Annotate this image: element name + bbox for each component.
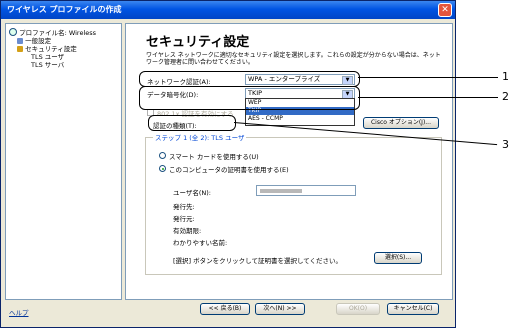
step-legend: ステップ 1 (全 2): TLS ユーザ — [153, 132, 247, 142]
tree-item-tls-server[interactable]: TLS サーバ — [9, 61, 96, 69]
callout-line-2 — [358, 97, 498, 98]
ok-button[interactable]: OK(O) — [336, 303, 380, 315]
username-field[interactable] — [256, 185, 356, 196]
window-title: ワイヤレス プロファイルの作成 — [7, 5, 122, 14]
select-hint: [選択] ボタンをクリックして証明書を選択してください。 — [173, 257, 343, 265]
lock-icon — [17, 46, 23, 52]
next-button[interactable]: 次へ(N) >> — [255, 303, 305, 315]
profile-tree: プロファイル名: Wireless 一般設定 セキュリティ設定 TLS ユーザ … — [9, 28, 96, 69]
tree-item-security[interactable]: セキュリティ設定 — [9, 45, 96, 53]
smartcard-radio[interactable] — [159, 152, 166, 159]
callout-number-2: 2 — [502, 90, 509, 103]
callout-line-1 — [358, 77, 498, 78]
callout-network-auth — [139, 71, 360, 87]
expiry-label: 有効期限: — [173, 227, 202, 235]
page-title: セキュリティ設定 — [146, 35, 250, 50]
profile-tree-pane: プロファイル名: Wireless 一般設定 セキュリティ設定 TLS ユーザ … — [5, 23, 122, 300]
callout-encryption — [139, 86, 360, 110]
issued-by-label: 発行元: — [173, 215, 195, 223]
users-icon — [17, 38, 23, 44]
tree-item-profile[interactable]: プロファイル名: Wireless — [9, 28, 96, 37]
radio-icon — [9, 28, 17, 36]
certificate-radio[interactable] — [159, 165, 166, 172]
page-description: ワイヤレス ネットワークに適切なセキュリティ設定を選択します。これらの設定が分か… — [146, 52, 441, 66]
back-button[interactable]: << 戻る(B) — [200, 303, 250, 315]
tree-item-general[interactable]: 一般設定 — [9, 37, 96, 45]
cisco-options-button[interactable]: Cisco オプション(J)... — [363, 117, 439, 129]
smartcard-radio-label: スマート カードを使用する(U) — [169, 153, 259, 161]
callout-number-1: 1 — [502, 70, 509, 83]
dropdown-option-aes[interactable]: AES - CCMP — [246, 115, 354, 123]
issued-to-label: 発行先: — [173, 203, 195, 211]
username-value-redacted — [260, 189, 302, 193]
callout-auth-type — [148, 115, 236, 131]
profile-wizard-window: ワイヤレス プロファイルの作成 ✕ プロファイル名: Wireless 一般設定… — [0, 0, 456, 328]
close-button[interactable]: ✕ — [438, 3, 452, 17]
friendly-name-label: わかりやすい名前: — [173, 239, 228, 247]
tree-item-tls-user[interactable]: TLS ユーザ — [9, 53, 96, 61]
select-cert-button[interactable]: 選択(S)... — [374, 252, 422, 264]
help-link[interactable]: ヘルプ — [9, 307, 29, 317]
username-label: ユーザ名(N): — [173, 189, 211, 197]
certificate-radio-label: このコンピュータの証明書を使用する(E) — [169, 166, 289, 174]
cancel-button[interactable]: キャンセル(C) — [387, 303, 439, 315]
title-bar: ワイヤレス プロファイルの作成 ✕ — [1, 1, 455, 19]
callout-number-3: 3 — [502, 138, 509, 151]
